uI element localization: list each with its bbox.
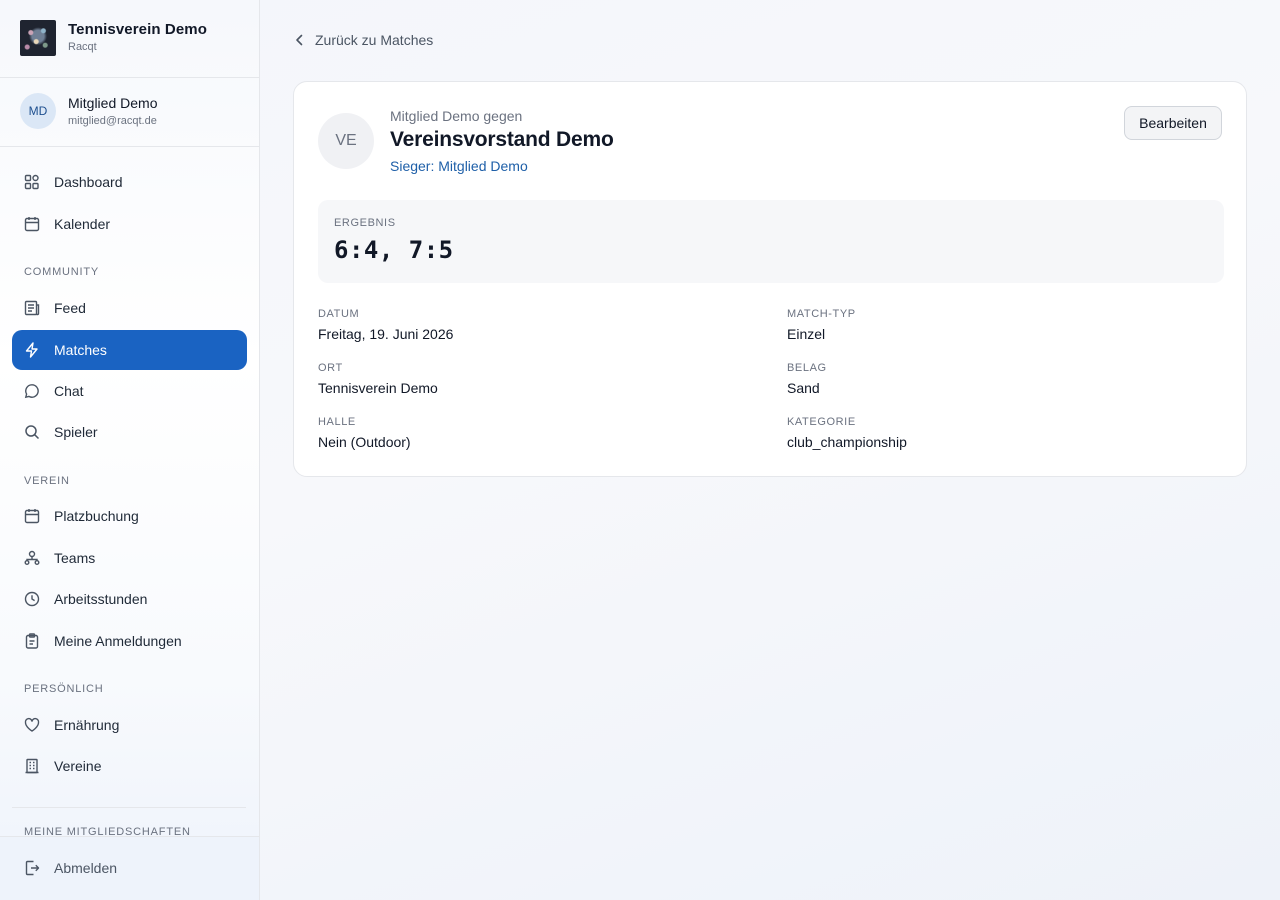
chevron-left-icon	[296, 34, 303, 46]
chat-icon	[24, 384, 39, 399]
logout-button[interactable]: Abmelden	[12, 848, 247, 888]
detail-label: ORT	[318, 362, 343, 374]
sidebar-item-meine-anmeldungen[interactable]: Meine Anmeldungen	[12, 621, 247, 661]
sidebar-item-label: Chat	[54, 383, 84, 399]
sidebar-item-label: Kalender	[54, 216, 111, 232]
detail-label: BELAG	[787, 362, 827, 374]
logout-icon	[25, 860, 40, 876]
grid-icon	[24, 174, 39, 190]
calendar-icon	[24, 509, 40, 524]
detail-label: KATEGORIE	[787, 416, 856, 428]
user-name: Mitglied Demo	[68, 95, 158, 111]
detail-kategorie: KATEGORIE club_championship	[787, 416, 907, 450]
sidebar-item-vereine[interactable]: Vereine	[12, 746, 247, 786]
heart-icon	[24, 717, 40, 732]
detail-ort: ORT Tennisverein Demo	[318, 362, 438, 396]
detail-label: HALLE	[318, 416, 356, 428]
club-logo	[20, 20, 56, 56]
detail-label: DATUM	[318, 308, 360, 320]
back-to-matches-link[interactable]: Zurück zu Matches	[293, 32, 433, 48]
user-profile[interactable]: MD Mitglied Demo mitglied@racqt.de	[0, 78, 259, 147]
brand-header: Tennisverein Demo Racqt	[0, 0, 259, 78]
section-label-persoenlich: PERSÖNLICH	[24, 683, 104, 695]
sidebar-item-label: Spieler	[54, 424, 98, 440]
opponent-avatar: VE	[318, 113, 374, 169]
detail-label: MATCH-TYP	[787, 308, 856, 320]
sidebar-item-label: Vereine	[54, 758, 102, 774]
avatar: MD	[20, 93, 56, 129]
detail-value: Einzel	[787, 326, 826, 342]
sidebar-item-arbeitsstunden[interactable]: Arbeitsstunden	[12, 579, 247, 619]
result-box: ERGEBNIS 6:4, 7:5	[318, 200, 1224, 283]
sidebar-item-label: Teams	[54, 550, 96, 566]
detail-datum: DATUM Freitag, 19. Juni 2026	[318, 308, 453, 342]
section-label-community: COMMUNITY	[24, 266, 100, 278]
opponent-name: Vereinsvorstand Demo	[390, 128, 614, 151]
sidebar-divider	[12, 807, 246, 808]
sidebar-item-label: Meine Anmeldungen	[54, 633, 182, 649]
detail-value: Nein (Outdoor)	[318, 434, 411, 450]
sidebar: Tennisverein Demo Racqt MD Mitglied Demo…	[0, 0, 260, 900]
logout-label: Abmelden	[54, 860, 118, 876]
back-link-label: Zurück zu Matches	[315, 32, 434, 48]
team-icon	[24, 550, 40, 565]
detail-match-typ: MATCH-TYP Einzel	[787, 308, 856, 342]
detail-halle: HALLE Nein (Outdoor)	[318, 416, 411, 450]
detail-value: Sand	[787, 380, 820, 396]
result-label: ERGEBNIS	[334, 217, 396, 229]
sidebar-item-label: Feed	[54, 300, 86, 316]
user-email: mitglied@racqt.de	[68, 115, 157, 127]
lightning-icon	[25, 342, 38, 358]
sidebar-item-ernaehrung[interactable]: Ernährung	[12, 705, 247, 745]
sidebar-item-label: Platzbuchung	[54, 508, 139, 524]
sidebar-item-dashboard[interactable]: Dashboard	[12, 162, 247, 202]
sidebar-item-spieler[interactable]: Spieler	[12, 412, 247, 452]
match-vs-label: Mitglied Demo gegen	[390, 108, 523, 124]
result-score: 6:4, 7:5	[334, 236, 454, 264]
sidebar-item-feed[interactable]: Feed	[12, 288, 247, 328]
club-name: Tennisverein Demo	[68, 21, 207, 38]
sidebar-item-chat[interactable]: Chat	[12, 371, 247, 411]
sidebar-item-label: Ernährung	[54, 717, 120, 733]
match-detail-card: VE Mitglied Demo gegen Vereinsvorstand D…	[293, 81, 1247, 477]
detail-belag: BELAG Sand	[787, 362, 827, 396]
sidebar-item-label: Arbeitsstunden	[54, 591, 148, 607]
sidebar-item-platzbuchung[interactable]: Platzbuchung	[12, 496, 247, 536]
building-icon	[25, 758, 39, 774]
app-name: Racqt	[68, 41, 97, 53]
newspaper-icon	[24, 300, 40, 316]
detail-value: club_championship	[787, 434, 907, 450]
clipboard-icon	[25, 633, 39, 649]
sidebar-item-teams[interactable]: Teams	[12, 538, 247, 578]
calendar-icon	[24, 217, 40, 232]
detail-value: Tennisverein Demo	[318, 380, 438, 396]
detail-value: Freitag, 19. Juni 2026	[318, 326, 454, 342]
search-icon	[25, 425, 40, 440]
section-label-verein: VEREIN	[24, 475, 70, 487]
edit-button[interactable]: Bearbeiten	[1124, 106, 1222, 140]
winner-label: Sieger: Mitglied Demo	[390, 158, 528, 174]
sidebar-item-label: Dashboard	[54, 174, 123, 190]
sidebar-item-kalender[interactable]: Kalender	[12, 204, 247, 244]
sidebar-item-label: Matches	[54, 342, 107, 358]
sidebar-item-matches[interactable]: Matches	[12, 330, 247, 370]
clock-icon	[24, 591, 40, 607]
